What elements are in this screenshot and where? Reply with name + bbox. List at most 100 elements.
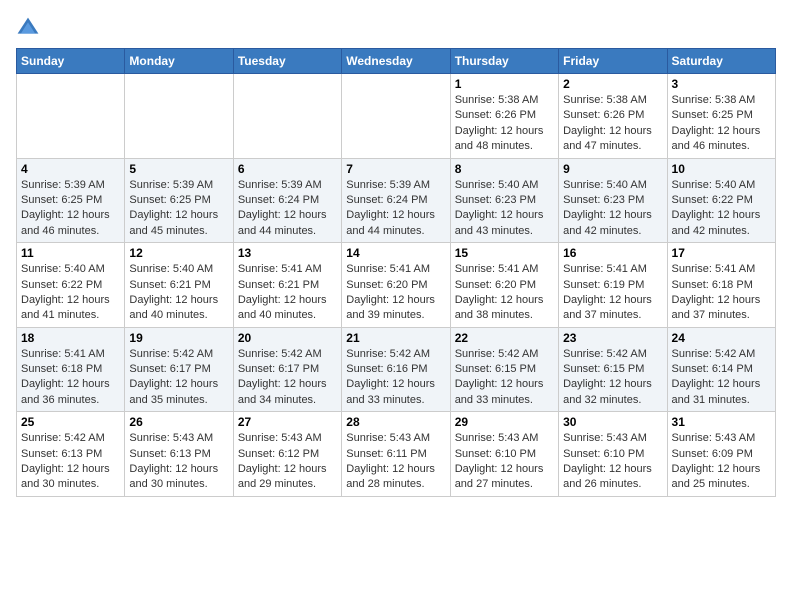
calendar-cell: 16 Sunrise: 5:41 AM Sunset: 6:19 PM Dayli… [559,243,667,328]
calendar-cell: 29 Sunrise: 5:43 AM Sunset: 6:10 PM Dayli… [450,412,558,497]
calendar-header-row: SundayMondayTuesdayWednesdayThursdayFrid… [17,49,776,74]
day-info: Sunrise: 5:42 AM Sunset: 6:15 PM Dayligh… [455,347,554,409]
day-number: 29 [455,415,554,429]
calendar-cell: 7Sunrise: 5:39 AM Sunset: 6:24 PM Daylig… [342,158,450,243]
logo-icon [16,16,40,40]
calendar-cell [17,74,125,159]
day-number: 19 [129,331,228,345]
day-number: 4 [21,162,120,176]
calendar-cell: 6 Sunrise: 5:39 AM Sunset: 6:24 PM Daylig… [233,158,341,243]
calendar-cell [342,74,450,159]
calendar-cell: 31 Sunrise: 5:43 AM Sunset: 6:09 PM Dayli… [667,412,775,497]
page-header [16,16,776,40]
day-info: Sunrise: 5:41 AM Sunset: 6:20 PM Dayligh… [346,262,445,324]
calendar-cell: 11Sunrise: 5:40 AM Sunset: 6:22 PM Dayli… [17,243,125,328]
day-number: 2 [563,77,662,91]
calendar-cell [125,74,233,159]
day-info: Sunrise: 5:39 AM Sunset: 6:25 PM Dayligh… [129,178,228,240]
day-info: Sunrise: 5:43 AM Sunset: 6:10 PM Dayligh… [455,431,554,493]
calendar-cell: 5 Sunrise: 5:39 AM Sunset: 6:25 PM Daylig… [125,158,233,243]
day-info: Sunrise: 5:40 AM Sunset: 6:23 PM Dayligh… [455,178,554,240]
calendar-week-4: 18 Sunrise: 5:41 AM Sunset: 6:18 PM Dayli… [17,327,776,412]
day-number: 26 [129,415,228,429]
day-info: Sunrise: 5:43 AM Sunset: 6:13 PM Dayligh… [129,431,228,493]
calendar-cell: 23 Sunrise: 5:42 AM Sunset: 6:15 PM Dayli… [559,327,667,412]
day-number: 15 [455,246,554,260]
day-info: Sunrise: 5:42 AM Sunset: 6:15 PM Dayligh… [563,347,662,409]
calendar-table: SundayMondayTuesdayWednesdayThursdayFrid… [16,48,776,497]
calendar-cell: 1Sunrise: 5:38 AM Sunset: 6:26 PM Daylig… [450,74,558,159]
day-header-friday: Friday [559,49,667,74]
calendar-cell: 19Sunrise: 5:42 AM Sunset: 6:17 PM Dayli… [125,327,233,412]
day-number: 31 [672,415,771,429]
calendar-cell: 12 Sunrise: 5:40 AM Sunset: 6:21 PM Dayli… [125,243,233,328]
calendar-cell: 28Sunrise: 5:43 AM Sunset: 6:11 PM Dayli… [342,412,450,497]
day-header-wednesday: Wednesday [342,49,450,74]
day-info: Sunrise: 5:41 AM Sunset: 6:18 PM Dayligh… [21,347,120,409]
day-number: 24 [672,331,771,345]
day-info: Sunrise: 5:43 AM Sunset: 6:11 PM Dayligh… [346,431,445,493]
calendar-cell: 22 Sunrise: 5:42 AM Sunset: 6:15 PM Dayli… [450,327,558,412]
calendar-cell: 20Sunrise: 5:42 AM Sunset: 6:17 PM Dayli… [233,327,341,412]
day-number: 16 [563,246,662,260]
calendar-week-1: 1 Sunrise: 5:38 AM Sunset: 6:26 PM Daylig… [17,74,776,159]
day-number: 13 [238,246,337,260]
day-header-sunday: Sunday [17,49,125,74]
day-info: Sunrise: 5:41 AM Sunset: 6:19 PM Dayligh… [563,262,662,324]
day-info: Sunrise: 5:38 AM Sunset: 6:25 PM Dayligh… [672,93,771,155]
day-number: 30 [563,415,662,429]
day-number: 8 [455,162,554,176]
day-info: Sunrise: 5:39 AM Sunset: 6:25 PM Dayligh… [21,178,120,240]
day-info: Sunrise: 5:42 AM Sunset: 6:14 PM Dayligh… [672,347,771,409]
day-info: Sunrise: 5:39 AM Sunset: 6:24 PM Dayligh… [238,178,337,240]
day-number: 14 [346,246,445,260]
calendar-cell: 17 Sunrise: 5:41 AM Sunset: 6:18 PM Dayli… [667,243,775,328]
day-info: Sunrise: 5:42 AM Sunset: 6:17 PM Dayligh… [238,347,337,409]
calendar-cell: 8 Sunrise: 5:40 AM Sunset: 6:23 PM Daylig… [450,158,558,243]
day-number: 3 [672,77,771,91]
calendar-cell: 18 Sunrise: 5:41 AM Sunset: 6:18 PM Dayli… [17,327,125,412]
calendar-cell: 2 Sunrise: 5:38 AM Sunset: 6:26 PM Daylig… [559,74,667,159]
day-info: Sunrise: 5:42 AM Sunset: 6:13 PM Dayligh… [21,431,120,493]
day-number: 5 [129,162,228,176]
day-number: 27 [238,415,337,429]
day-info: Sunrise: 5:40 AM Sunset: 6:21 PM Dayligh… [129,262,228,324]
calendar-cell: 4 Sunrise: 5:39 AM Sunset: 6:25 PM Daylig… [17,158,125,243]
day-number: 18 [21,331,120,345]
calendar-cell [233,74,341,159]
day-number: 22 [455,331,554,345]
day-header-tuesday: Tuesday [233,49,341,74]
day-header-saturday: Saturday [667,49,775,74]
calendar-cell: 14 Sunrise: 5:41 AM Sunset: 6:20 PM Dayli… [342,243,450,328]
calendar-cell: 26 Sunrise: 5:43 AM Sunset: 6:13 PM Dayli… [125,412,233,497]
day-number: 12 [129,246,228,260]
calendar-cell: 3 Sunrise: 5:38 AM Sunset: 6:25 PM Daylig… [667,74,775,159]
day-number: 17 [672,246,771,260]
day-info: Sunrise: 5:38 AM Sunset: 6:26 PM Dayligh… [563,93,662,155]
day-number: 6 [238,162,337,176]
calendar-cell: 30Sunrise: 5:43 AM Sunset: 6:10 PM Dayli… [559,412,667,497]
day-number: 1 [455,77,554,91]
calendar-cell: 25 Sunrise: 5:42 AM Sunset: 6:13 PM Dayli… [17,412,125,497]
calendar-cell: 13 Sunrise: 5:41 AM Sunset: 6:21 PM Dayli… [233,243,341,328]
calendar-cell: 27Sunrise: 5:43 AM Sunset: 6:12 PM Dayli… [233,412,341,497]
day-info: Sunrise: 5:43 AM Sunset: 6:09 PM Dayligh… [672,431,771,493]
calendar-week-5: 25 Sunrise: 5:42 AM Sunset: 6:13 PM Dayli… [17,412,776,497]
day-info: Sunrise: 5:41 AM Sunset: 6:18 PM Dayligh… [672,262,771,324]
day-number: 21 [346,331,445,345]
day-number: 9 [563,162,662,176]
day-info: Sunrise: 5:41 AM Sunset: 6:21 PM Dayligh… [238,262,337,324]
calendar-cell: 24 Sunrise: 5:42 AM Sunset: 6:14 PM Dayli… [667,327,775,412]
day-info: Sunrise: 5:40 AM Sunset: 6:23 PM Dayligh… [563,178,662,240]
calendar-cell: 21Sunrise: 5:42 AM Sunset: 6:16 PM Dayli… [342,327,450,412]
day-header-monday: Monday [125,49,233,74]
calendar-cell: 9 Sunrise: 5:40 AM Sunset: 6:23 PM Daylig… [559,158,667,243]
day-info: Sunrise: 5:41 AM Sunset: 6:20 PM Dayligh… [455,262,554,324]
day-number: 25 [21,415,120,429]
day-info: Sunrise: 5:40 AM Sunset: 6:22 PM Dayligh… [672,178,771,240]
day-number: 23 [563,331,662,345]
day-number: 7 [346,162,445,176]
calendar-cell: 15 Sunrise: 5:41 AM Sunset: 6:20 PM Dayli… [450,243,558,328]
calendar-cell: 10Sunrise: 5:40 AM Sunset: 6:22 PM Dayli… [667,158,775,243]
calendar-week-2: 4 Sunrise: 5:39 AM Sunset: 6:25 PM Daylig… [17,158,776,243]
